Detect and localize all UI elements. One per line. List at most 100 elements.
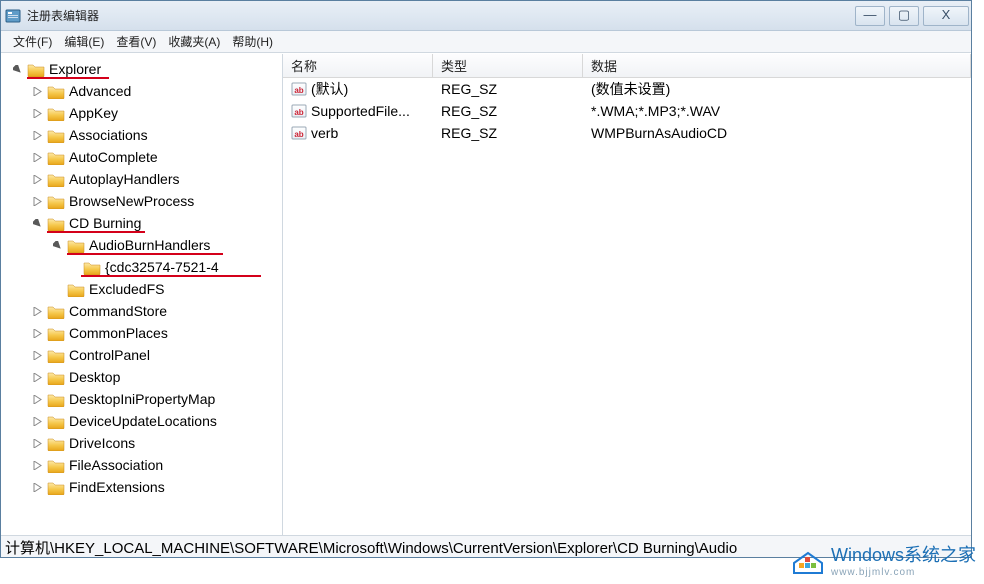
tree-node[interactable]: Desktop	[1, 366, 282, 388]
highlight-underline	[67, 253, 223, 255]
tree-label: ControlPanel	[69, 347, 150, 363]
tree-node[interactable]: AppKey	[1, 102, 282, 124]
folder-icon	[83, 260, 101, 275]
menu-view[interactable]: 查看(V)	[110, 31, 162, 52]
folder-icon	[47, 370, 65, 385]
expand-icon[interactable]	[31, 349, 43, 361]
tree-node[interactable]: DeviceUpdateLocations	[1, 410, 282, 432]
list-header: 名称 类型 数据	[283, 54, 971, 78]
folder-icon	[47, 106, 65, 121]
tree-node[interactable]: CommonPlaces	[1, 322, 282, 344]
tree-node[interactable]: ControlPanel	[1, 344, 282, 366]
tree-pane[interactable]: Explorer Advanced AppKey AssociationsAutoC…	[1, 54, 283, 535]
menu-fav[interactable]: 收藏夹(A)	[162, 31, 226, 52]
expand-icon[interactable]	[31, 371, 43, 383]
tree-label: ExcludedFS	[89, 281, 164, 297]
expand-icon[interactable]	[31, 437, 43, 449]
folder-icon	[47, 172, 65, 187]
status-path: 计算机\HKEY_LOCAL_MACHINE\SOFTWARE\Microsof…	[5, 540, 737, 557]
menu-file[interactable]: 文件(F)	[7, 31, 58, 52]
collapse-icon[interactable]	[51, 239, 63, 251]
col-type[interactable]: 类型	[433, 54, 583, 77]
tree-node[interactable]: Advanced	[1, 80, 282, 102]
col-name[interactable]: 名称	[283, 54, 433, 77]
tree-node-explorer[interactable]: Explorer	[1, 58, 282, 80]
value-data: *.WMA;*.MP3;*.WAV	[583, 103, 971, 119]
close-button[interactable]: X	[923, 6, 969, 26]
value-row[interactable]: ab(默认)REG_SZ(数值未设置)	[283, 78, 971, 100]
tree-label: Advanced	[69, 83, 131, 99]
expand-icon[interactable]	[31, 481, 43, 493]
minimize-button[interactable]: —	[855, 6, 885, 26]
collapse-icon[interactable]	[11, 63, 23, 75]
expand-icon[interactable]	[31, 173, 43, 185]
tree-node[interactable]: CommandStore	[1, 300, 282, 322]
tree-label: AppKey	[69, 105, 118, 121]
value-type: REG_SZ	[433, 81, 583, 97]
expand-icon[interactable]	[31, 107, 43, 119]
folder-icon	[47, 194, 65, 209]
menu-help[interactable]: 帮助(H)	[226, 31, 279, 52]
svg-text:ab: ab	[294, 86, 303, 95]
tree-node-audioburn[interactable]: AudioBurnHandlers	[1, 234, 282, 256]
tree-label: {cdc32574-7521-4	[105, 259, 219, 275]
tree-node[interactable]: Associations	[1, 124, 282, 146]
value-row[interactable]: abverbREG_SZWMPBurnAsAudioCD	[283, 122, 971, 144]
tree-node-excludedfs[interactable]: ExcludedFS	[1, 278, 282, 300]
expand-icon[interactable]	[31, 327, 43, 339]
tree-label: CommonPlaces	[69, 325, 168, 341]
body: Explorer Advanced AppKey AssociationsAutoC…	[1, 53, 971, 535]
tree-node[interactable]: FindExtensions	[1, 476, 282, 498]
svg-text:ab: ab	[294, 108, 303, 117]
tree-label: CD Burning	[69, 215, 141, 231]
value-name: abverb	[283, 125, 433, 141]
expand-icon[interactable]	[31, 415, 43, 427]
expand-icon[interactable]	[31, 151, 43, 163]
folder-icon	[47, 128, 65, 143]
tree-label: Explorer	[49, 61, 101, 77]
value-data: (数值未设置)	[583, 79, 971, 99]
registry-editor-window: 注册表编辑器 — ▢ X 文件(F) 编辑(E) 查看(V) 收藏夹(A) 帮助…	[0, 0, 972, 558]
folder-icon	[47, 414, 65, 429]
tree-node[interactable]: BrowseNewProcess	[1, 190, 282, 212]
tree-node-guid[interactable]: {cdc32574-7521-4	[1, 256, 282, 278]
watermark-text: Windows系统之家 www.bjjmlv.com	[831, 541, 976, 578]
folder-icon	[47, 84, 65, 99]
folder-icon	[47, 216, 65, 231]
app-icon	[5, 8, 21, 24]
value-type: REG_SZ	[433, 103, 583, 119]
tree-label: DriveIcons	[69, 435, 135, 451]
menu-edit[interactable]: 编辑(E)	[58, 31, 110, 52]
value-data: WMPBurnAsAudioCD	[583, 125, 971, 141]
folder-icon	[47, 304, 65, 319]
maximize-button[interactable]: ▢	[889, 6, 919, 26]
expand-icon[interactable]	[31, 459, 43, 471]
collapse-icon[interactable]	[31, 217, 43, 229]
tree-node[interactable]: AutoComplete	[1, 146, 282, 168]
expand-icon[interactable]	[31, 195, 43, 207]
titlebar[interactable]: 注册表编辑器 — ▢ X	[1, 1, 971, 31]
expand-icon[interactable]	[31, 85, 43, 97]
tree-node-cdburning[interactable]: CD Burning	[1, 212, 282, 234]
expand-icon[interactable]	[31, 393, 43, 405]
folder-icon	[47, 436, 65, 451]
svg-text:ab: ab	[294, 130, 303, 139]
window-controls: — ▢ X	[851, 6, 969, 26]
folder-icon	[47, 480, 65, 495]
tree-label: AutoplayHandlers	[69, 171, 180, 187]
value-row[interactable]: abSupportedFile...REG_SZ*.WMA;*.MP3;*.WA…	[283, 100, 971, 122]
tree-node[interactable]: DriveIcons	[1, 432, 282, 454]
folder-icon	[47, 348, 65, 363]
col-data[interactable]: 数据	[583, 54, 971, 77]
value-name: abSupportedFile...	[283, 103, 433, 119]
folder-icon	[27, 62, 45, 77]
tree-label: FindExtensions	[69, 479, 165, 495]
tree-node[interactable]: FileAssociation	[1, 454, 282, 476]
highlight-underline	[81, 275, 261, 277]
tree-node[interactable]: AutoplayHandlers	[1, 168, 282, 190]
value-list-pane[interactable]: 名称 类型 数据 ab(默认)REG_SZ(数值未设置)abSupportedF…	[283, 54, 971, 535]
expand-icon[interactable]	[31, 129, 43, 141]
expand-icon[interactable]	[31, 305, 43, 317]
tree-node[interactable]: DesktopIniPropertyMap	[1, 388, 282, 410]
tree-label: DeviceUpdateLocations	[69, 413, 217, 429]
